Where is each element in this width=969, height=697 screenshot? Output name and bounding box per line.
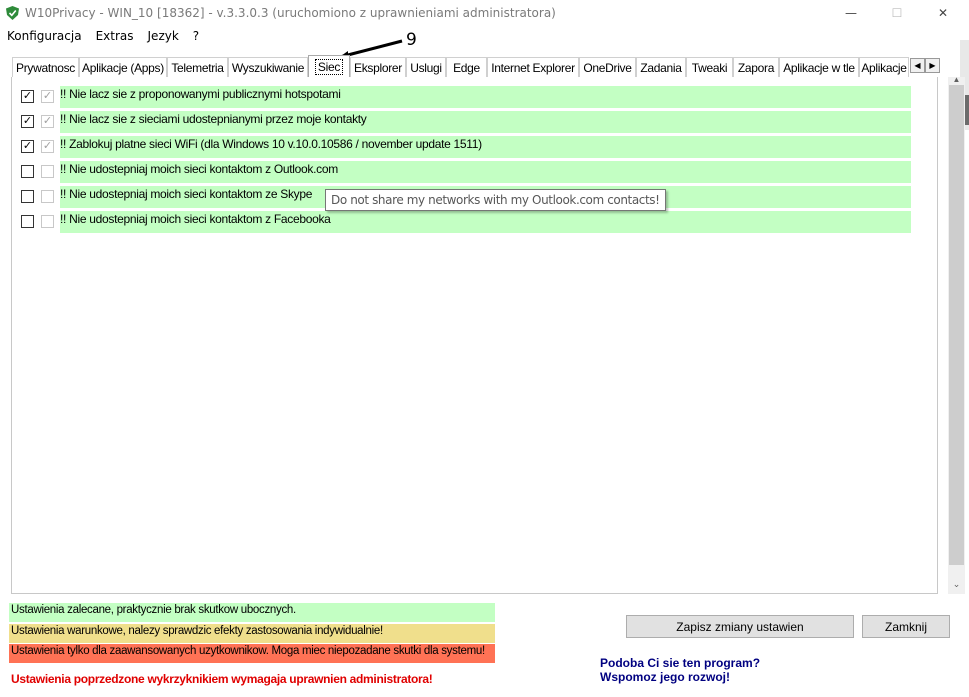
tab-label: Zapora	[737, 60, 775, 75]
minimize-button[interactable]: —	[828, 0, 874, 26]
legend-conditional: Ustawienia warunkowe, nalezy sprawdzic e…	[9, 624, 495, 643]
tooltip: Do not share my networks with my Outlook…	[325, 189, 666, 211]
admin-checkbox: ✓	[41, 90, 54, 103]
setting-row: !! Nie udostepniaj moich sieci kontaktom…	[12, 161, 939, 183]
tab-label: Siec	[314, 59, 344, 75]
setting-row: ✓ ✓ !! Nie lacz sie z proponowanymi publ…	[12, 86, 939, 108]
admin-checkbox	[41, 215, 54, 228]
setting-label[interactable]: !! Nie lacz sie z proponowanymi publiczn…	[60, 86, 911, 108]
admin-note: Ustawienia poprzedzone wykrzyknikiem wym…	[11, 672, 433, 686]
setting-checkbox[interactable]: ✓	[21, 90, 34, 103]
admin-checkbox	[41, 165, 54, 178]
tab-label: Aplikacje (Apps)	[82, 60, 164, 75]
setting-checkbox[interactable]	[21, 215, 34, 228]
window-title: W10Privacy - WIN_10 [18362] - v.3.3.0.3 …	[25, 6, 556, 20]
annotation-number: 9	[406, 30, 417, 50]
setting-row: ✓ ✓ !! Zablokuj platne sieci WiFi (dla W…	[12, 136, 939, 158]
tab-aplikacje-w-tle[interactable]: Aplikacje w tle	[779, 57, 859, 77]
tab-edge[interactable]: Edge	[446, 57, 487, 77]
support-line-2: Wspomoz jego rozwoj!	[600, 670, 730, 684]
tab-aplikacje[interactable]: Aplikacje	[859, 57, 909, 77]
tab-zapora[interactable]: Zapora	[733, 57, 779, 77]
tab-label: Aplikacje	[861, 60, 907, 75]
admin-checkbox	[41, 190, 54, 203]
setting-label[interactable]: !! Nie udostepniaj moich sieci kontaktom…	[60, 211, 911, 233]
maximize-button[interactable]: ☐	[874, 0, 920, 26]
tab-label: Aplikacje w tle	[783, 60, 855, 75]
tab-label: Wyszukiwanie	[231, 60, 305, 75]
tab-label: Prywatnosc	[15, 60, 76, 75]
tab-zadania[interactable]: Zadania	[636, 57, 686, 77]
close-button[interactable]: Zamknij	[862, 615, 950, 638]
setting-checkbox[interactable]: ✓	[21, 140, 34, 153]
tab-tweaki[interactable]: Tweaki	[686, 57, 733, 77]
tab-telemetria[interactable]: Telemetria	[167, 57, 228, 77]
tab-label: Tweaki	[691, 60, 728, 75]
tab-siec[interactable]: Siec	[308, 55, 350, 78]
scroll-up-arrow-icon[interactable]: ▲	[948, 75, 965, 85]
vertical-scrollbar[interactable]: ▲ ⌄	[948, 75, 965, 594]
setting-row: !! Nie udostepniaj moich sieci kontaktom…	[12, 211, 939, 233]
setting-label[interactable]: !! Zablokuj platne sieci WiFi (dla Windo…	[60, 136, 911, 158]
shield-icon	[6, 6, 19, 20]
tab-uslugi[interactable]: Uslugi	[406, 57, 446, 77]
tab-scroll-left-button[interactable]: ◀	[910, 58, 925, 73]
setting-checkbox[interactable]: ✓	[21, 115, 34, 128]
tab-scroll-right-button[interactable]: ▶	[925, 58, 940, 73]
menu-extras[interactable]: Extras	[96, 29, 134, 43]
scrollbar-thumb[interactable]	[949, 85, 964, 565]
tab-label: Uslugi	[410, 60, 442, 75]
save-settings-button[interactable]: Zapisz zmiany ustawien	[626, 615, 854, 638]
tab-label: Telemetria	[171, 60, 224, 75]
tab-label: Edge	[453, 60, 480, 75]
support-line-1: Podoba Ci sie ten program?	[600, 656, 761, 670]
setting-label[interactable]: !! Nie udostepniaj moich sieci kontaktom…	[60, 161, 911, 183]
admin-checkbox: ✓	[41, 115, 54, 128]
menu-help[interactable]: ?	[193, 29, 199, 43]
menu-jezyk[interactable]: Jezyk	[148, 29, 179, 43]
tab-wyszukiwanie[interactable]: Wyszukiwanie	[228, 57, 308, 77]
menu-konfiguracja[interactable]: Konfiguracja	[7, 29, 82, 43]
tab-eksplorer[interactable]: Eksplorer	[350, 57, 406, 77]
legend-recommended: Ustawienia zalecane, praktycznie brak sk…	[9, 603, 495, 622]
tab-strip: Prywatnosc Aplikacje (Apps) Telemetria W…	[12, 55, 942, 78]
tab-prywatnosc[interactable]: Prywatnosc	[12, 57, 79, 77]
close-window-button[interactable]: ✕	[920, 0, 966, 26]
admin-checkbox: ✓	[41, 140, 54, 153]
tab-onedrive[interactable]: OneDrive	[579, 57, 636, 77]
setting-checkbox[interactable]	[21, 190, 34, 203]
legend-advanced: Ustawienia tylko dla zaawansowanych uzyt…	[9, 644, 495, 663]
setting-checkbox[interactable]	[21, 165, 34, 178]
settings-panel: ✓ ✓ !! Nie lacz sie z proponowanymi publ…	[11, 77, 938, 594]
title-bar: W10Privacy - WIN_10 [18362] - v.3.3.0.3 …	[0, 0, 969, 26]
tab-label: Zadania	[640, 60, 682, 75]
scroll-down-arrow-icon[interactable]: ⌄	[948, 579, 965, 591]
setting-row: ✓ ✓ !! Nie lacz sie z sieciami udostepni…	[12, 111, 939, 133]
setting-label[interactable]: !! Nie lacz sie z sieciami udostepnianym…	[60, 111, 911, 133]
tab-label: Eksplorer	[354, 60, 402, 75]
support-link[interactable]: Podoba Ci sie ten program? Wspomoz jego …	[600, 656, 760, 684]
tab-label: Internet Explorer	[491, 60, 575, 75]
menu-bar: Konfiguracja Extras Jezyk ?	[0, 26, 969, 46]
tab-label: OneDrive	[583, 60, 632, 75]
tab-internet-explorer[interactable]: Internet Explorer	[487, 57, 579, 77]
tab-aplikacje-apps[interactable]: Aplikacje (Apps)	[79, 57, 167, 77]
